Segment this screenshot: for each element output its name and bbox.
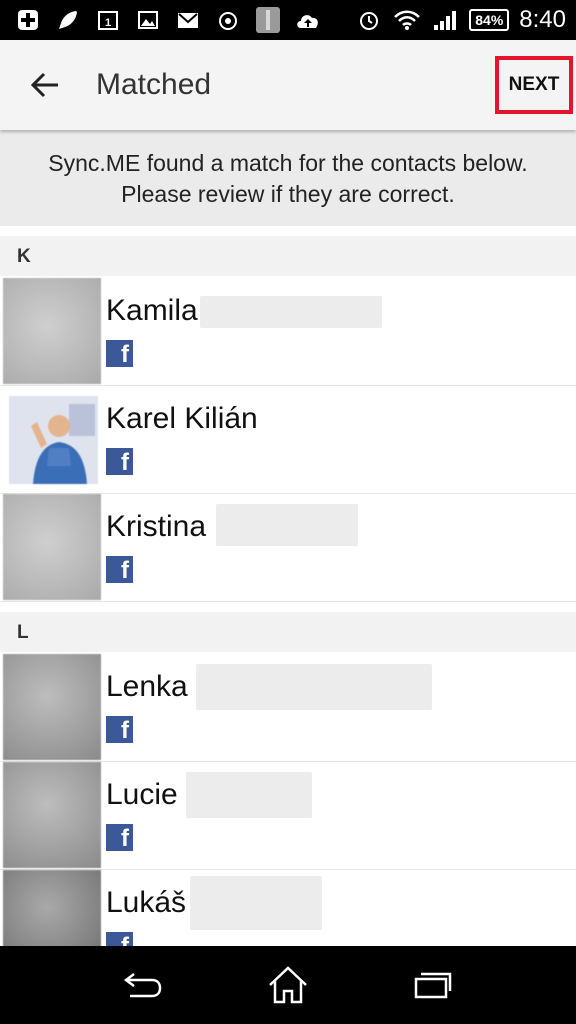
info-banner: Sync.ME found a match for the contacts b…	[0, 130, 576, 226]
contact-row[interactable]: Lucie f	[0, 762, 576, 870]
app-bar: Matched NEXT	[0, 40, 576, 130]
navigation-bar	[0, 946, 576, 1024]
contact-list[interactable]: K Kamila f Karel Kilián f Kristina f L L…	[0, 226, 576, 946]
svg-text:1: 1	[105, 17, 111, 29]
contact-name: Kristina	[106, 510, 207, 543]
section-letter: K	[17, 246, 31, 267]
back-nav-button[interactable]	[113, 960, 173, 1010]
recent-apps-button[interactable]	[403, 960, 463, 1010]
facebook-icon: f	[106, 448, 133, 475]
contact-name: Lucie	[106, 778, 178, 811]
redacted-surname	[186, 772, 312, 818]
calendar-icon: 1	[94, 6, 122, 34]
section-header-k: K	[0, 226, 576, 278]
avatar	[9, 396, 98, 484]
facebook-icon: f	[106, 556, 133, 583]
avatar	[3, 762, 101, 868]
section-letter: L	[17, 622, 29, 643]
avatar	[3, 278, 101, 384]
facebook-icon: f	[106, 340, 133, 367]
plus-icon	[14, 6, 42, 34]
signal-icon	[431, 6, 459, 34]
contact-name: Karel Kilián	[106, 402, 258, 435]
redacted-surname	[190, 876, 322, 930]
redacted-surname	[216, 504, 358, 546]
contact-row[interactable]: Lukáš f	[0, 870, 576, 946]
facebook-icon: f	[106, 716, 133, 743]
avatar	[3, 494, 101, 600]
status-bar: 1 84% 8:40	[0, 0, 576, 40]
avatar	[3, 870, 101, 946]
contact-row[interactable]: Karel Kilián f	[0, 386, 576, 494]
arrow-left-icon	[30, 72, 58, 98]
contact-row[interactable]: Lenka f	[0, 654, 576, 762]
avatar	[3, 654, 101, 760]
next-button[interactable]: NEXT	[495, 56, 573, 114]
facebook-icon: f	[106, 932, 133, 946]
battery-indicator: 84%	[469, 9, 510, 31]
redacted-surname	[200, 296, 382, 328]
app-icon	[254, 6, 282, 34]
contact-name: Lukáš	[106, 886, 187, 919]
home-icon	[269, 966, 307, 1004]
redacted-surname	[196, 664, 432, 710]
rocket-icon	[54, 6, 82, 34]
alarm-app-icon	[214, 6, 242, 34]
wifi-icon	[393, 6, 421, 34]
upload-cloud-icon	[294, 6, 322, 34]
clock: 8:40	[519, 6, 566, 33]
banner-line-1: Sync.ME found a match for the contacts b…	[48, 150, 528, 176]
contact-row[interactable]: Kristina f	[0, 494, 576, 602]
back-button[interactable]	[0, 40, 90, 130]
contact-row[interactable]: Kamila f	[0, 278, 576, 386]
image-icon	[134, 6, 162, 34]
banner-line-2: Please review if they are correct.	[121, 181, 455, 207]
page-title: Matched	[96, 68, 212, 101]
alarm-icon	[355, 6, 383, 34]
recent-apps-icon	[415, 972, 452, 999]
contact-name: Kamila	[106, 294, 198, 327]
back-nav-icon	[123, 973, 161, 998]
home-button[interactable]	[258, 960, 318, 1010]
gmail-icon	[174, 6, 202, 34]
contact-name: Lenka	[106, 670, 188, 703]
section-header-l: L	[0, 602, 576, 654]
facebook-icon: f	[106, 824, 133, 851]
